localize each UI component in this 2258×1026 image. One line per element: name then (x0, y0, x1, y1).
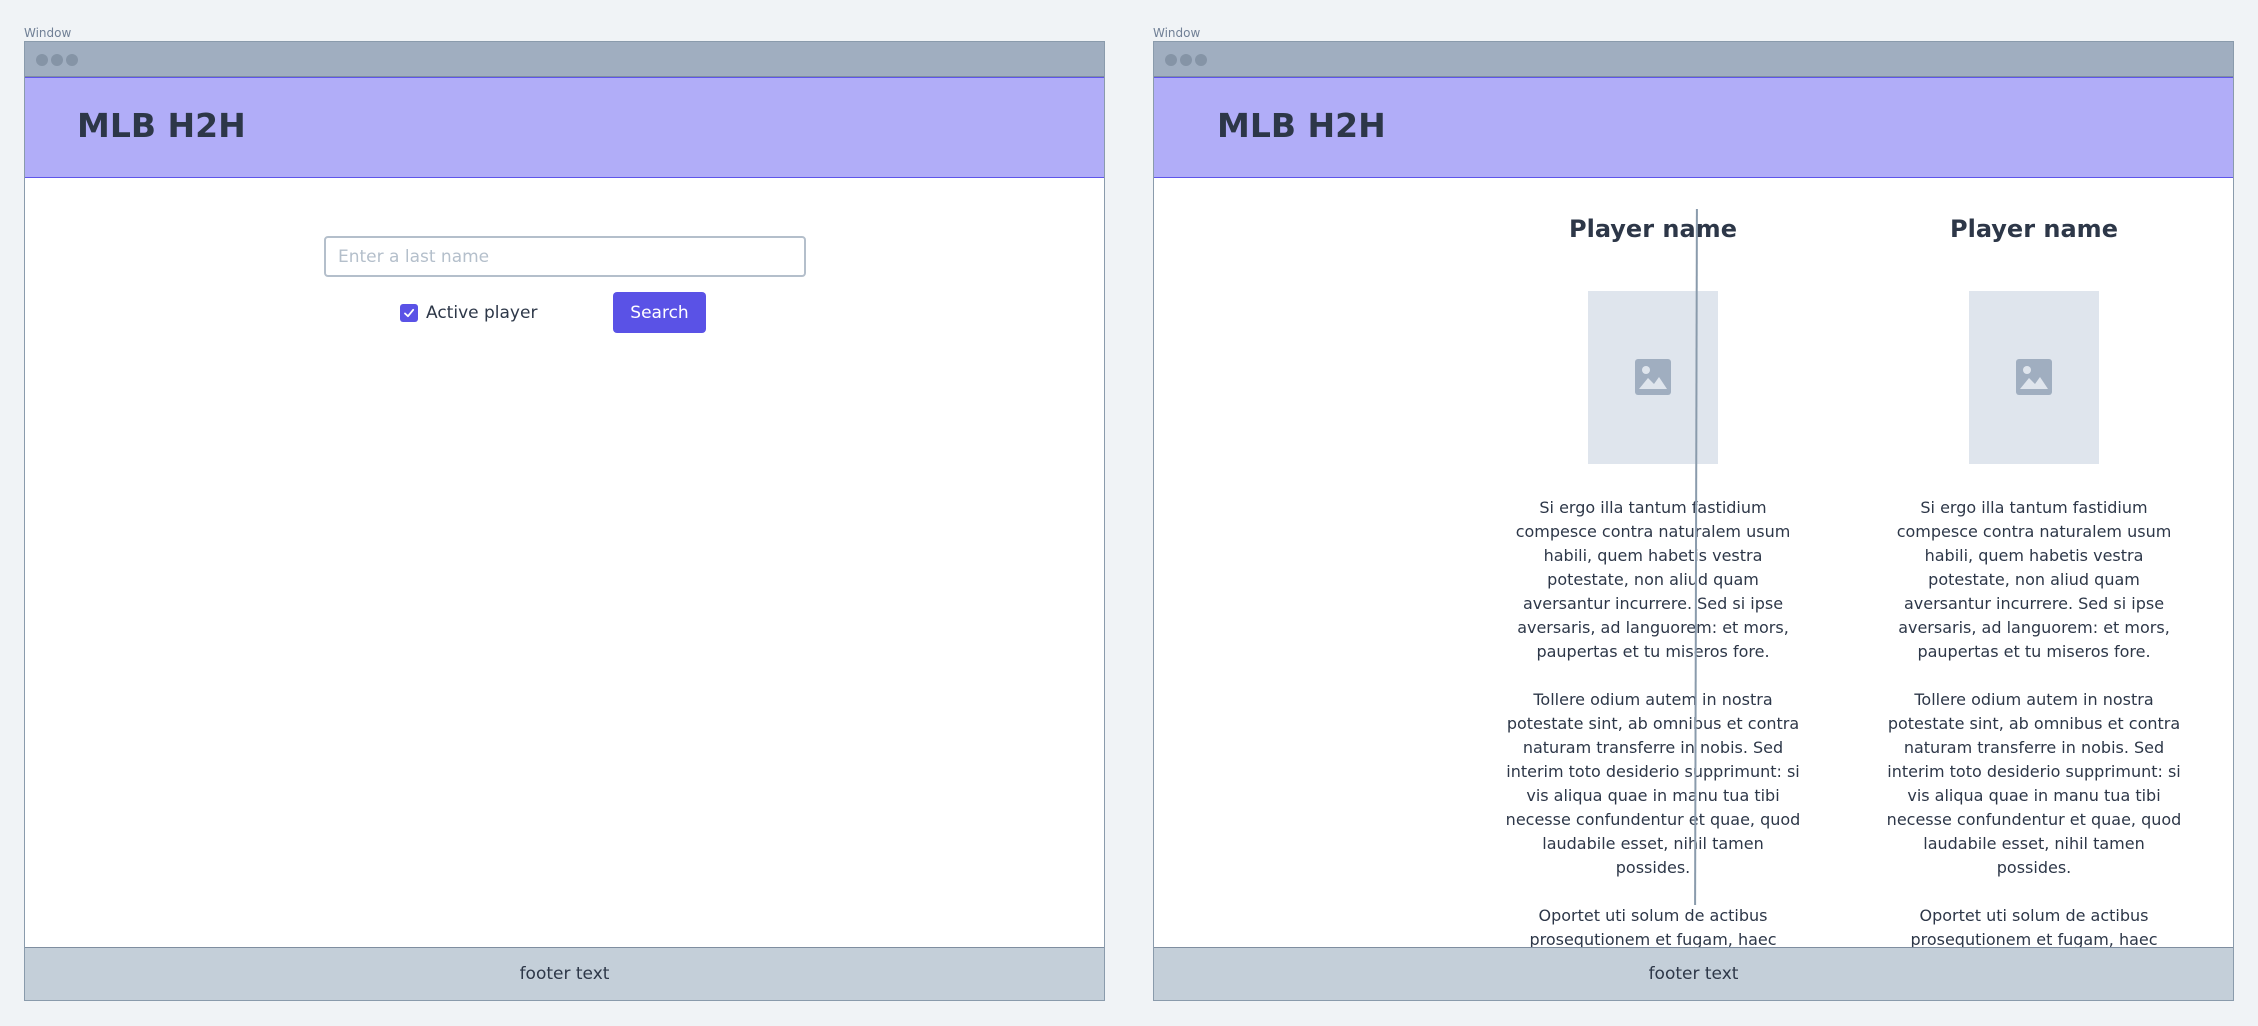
bio-paragraph: Si ergo illa tantum fastidium compesce c… (1896, 498, 2172, 661)
search-window: MLB H2H Active player Search footer text (24, 41, 1105, 1001)
image-icon (1635, 359, 1671, 395)
window-caption: Window (1153, 26, 1201, 40)
window-caption: Window (24, 26, 72, 40)
player-name: Player name (1569, 215, 1737, 243)
footer-text: footer text (1648, 964, 1739, 984)
bio-paragraph: Tollere odium autem in nostra potestate … (1886, 690, 2182, 877)
window-minimize-dot[interactable] (51, 54, 63, 66)
last-name-search-input[interactable] (324, 236, 806, 277)
window-minimize-dot[interactable] (1180, 54, 1192, 66)
window-close-dot[interactable] (1165, 54, 1177, 66)
checkmark-icon (404, 308, 415, 318)
footer-text: footer text (519, 964, 610, 984)
window-titlebar[interactable] (1154, 42, 2233, 77)
window-close-dot[interactable] (36, 54, 48, 66)
app-header: MLB H2H (1154, 77, 2233, 178)
bio-paragraph: Tollere odium autem in nostra potestate … (1505, 690, 1801, 877)
window-maximize-dot[interactable] (1195, 54, 1207, 66)
footer: footer text (1154, 947, 2233, 1000)
footer: footer text (25, 947, 1104, 1000)
player-name: Player name (1950, 215, 2118, 243)
active-player-checkbox[interactable] (400, 304, 418, 322)
comparison-window: MLB H2H Player name Si ergo illa tantum … (1153, 41, 2234, 1001)
app-header: MLB H2H (25, 77, 1104, 178)
player-card-left: Player name Si ergo illa tantum fastidiu… (1503, 212, 1803, 976)
image-icon (2016, 359, 2052, 395)
player-photo-placeholder (1969, 291, 2099, 464)
player-bio: Si ergo illa tantum fastidium compesce c… (1503, 496, 1803, 976)
search-button[interactable]: Search (613, 292, 706, 333)
player-bio: Si ergo illa tantum fastidium compesce c… (1884, 496, 2184, 976)
window-maximize-dot[interactable] (66, 54, 78, 66)
active-player-label[interactable]: Active player (426, 303, 537, 323)
app-title: MLB H2H (77, 106, 246, 145)
player-photo-placeholder (1588, 291, 1718, 464)
bio-paragraph: Si ergo illa tantum fastidium compesce c… (1515, 498, 1791, 661)
window-titlebar[interactable] (25, 42, 1104, 77)
player-card-right: Player name Si ergo illa tantum fastidiu… (1884, 212, 2184, 976)
app-title: MLB H2H (1217, 106, 1386, 145)
